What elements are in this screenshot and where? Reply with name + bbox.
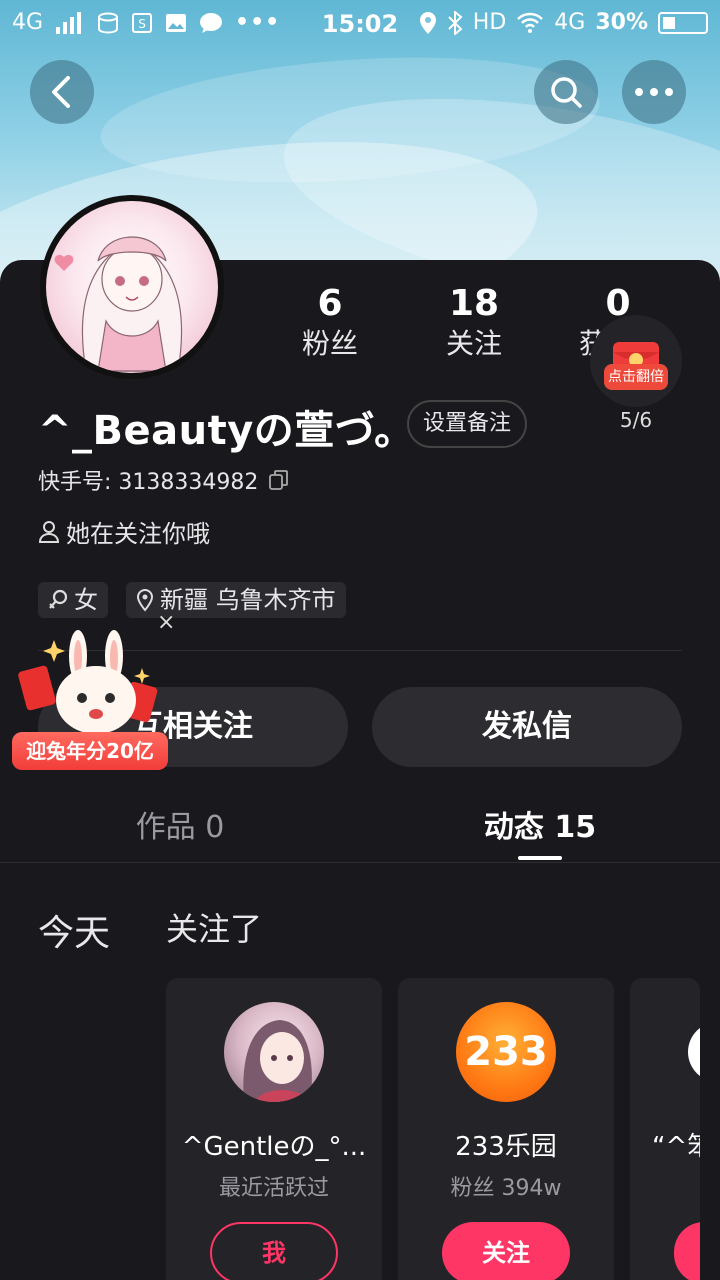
wifi-icon — [517, 12, 544, 33]
avatar-illustration — [54, 236, 183, 372]
send-message-button[interactable]: 发私信 — [372, 687, 682, 767]
followed-user-card[interactable]: ^Gentleの_°... 最近活跃过 我 — [166, 978, 382, 1280]
location-icon — [419, 11, 436, 34]
user-avatar[interactable] — [224, 1002, 324, 1102]
following-label: 关注 — [445, 327, 502, 360]
chevron-left-icon — [52, 76, 70, 108]
follow-hint: 她在关注你哦 — [38, 514, 210, 549]
user-avatar[interactable]: 233 — [456, 1002, 556, 1102]
following-stat[interactable]: 18 关注 — [419, 282, 529, 362]
user-name: ^Gentleの_°... — [181, 1132, 367, 1162]
copy-icon[interactable] — [268, 469, 290, 491]
kuaishou-id: 快手号: 3138334982 — [38, 470, 259, 495]
user-avatar[interactable] — [688, 1022, 700, 1082]
avatar-233-text: 233 — [464, 1029, 548, 1075]
tabs-divider — [0, 862, 720, 863]
followed-user-card[interactable]: 233 233乐园 粉丝 394w 关注 — [398, 978, 614, 1280]
battery-icon — [658, 11, 708, 34]
bluetooth-icon — [448, 10, 463, 35]
location-text: 新疆 乌鲁木齐市 — [160, 586, 336, 614]
set-remark-button[interactable]: 设置备注 — [407, 400, 527, 448]
user-name: “^笨 — [652, 1132, 700, 1162]
active-tab-indicator — [518, 856, 562, 860]
fans-count: 6 — [317, 283, 343, 324]
tab-moments[interactable]: 动态 15 — [470, 802, 610, 846]
follow-button[interactable] — [674, 1222, 700, 1280]
user-name: 233乐园 — [455, 1132, 557, 1162]
gender-text: 女 — [74, 586, 98, 614]
user-name: ^_Beautyの萱づ。 — [38, 408, 415, 454]
search-icon — [551, 77, 582, 108]
me-button[interactable]: 我 — [210, 1222, 338, 1280]
user-fans: 粉丝 394w — [450, 1176, 562, 1201]
back-button[interactable] — [30, 60, 94, 124]
red-packet-widget[interactable] — [590, 315, 682, 407]
fans-stat[interactable]: 6 粉丝 — [275, 282, 385, 362]
feed-action: 关注了 — [166, 910, 263, 948]
kuaishou-id-row: 快手号: 3138334982 — [38, 464, 290, 496]
network-right-label: 4G — [554, 10, 586, 35]
tab-works[interactable]: 作品 0 — [120, 802, 240, 846]
battery-percent: 30% — [595, 10, 648, 35]
hd-label: HD — [472, 10, 507, 35]
gender-tag: 女 — [38, 582, 108, 618]
red-packet-label[interactable]: 点击翻倍 — [604, 364, 668, 390]
fans-label: 粉丝 — [301, 327, 358, 360]
search-button[interactable] — [534, 60, 598, 124]
promo-badge[interactable]: 迎兔年分20亿 — [12, 732, 168, 770]
female-icon — [49, 589, 68, 609]
more-button[interactable] — [622, 60, 686, 124]
followed-user-card[interactable]: “^笨 — [630, 978, 700, 1280]
person-icon — [38, 520, 60, 543]
profile-avatar[interactable] — [40, 195, 224, 379]
following-count: 18 — [448, 283, 500, 324]
follow-button[interactable]: 关注 — [442, 1222, 570, 1280]
user-status: 最近活跃过 — [218, 1176, 329, 1201]
status-bar: 4G S ••• 15:02 HD 4G 30% — [0, 0, 720, 50]
more-icon — [635, 88, 673, 96]
red-packet-count: 5/6 — [619, 408, 653, 432]
feed-day: 今天 — [38, 913, 111, 954]
location-pin-icon — [136, 588, 154, 612]
follow-hint-text: 她在关注你哦 — [66, 520, 210, 548]
